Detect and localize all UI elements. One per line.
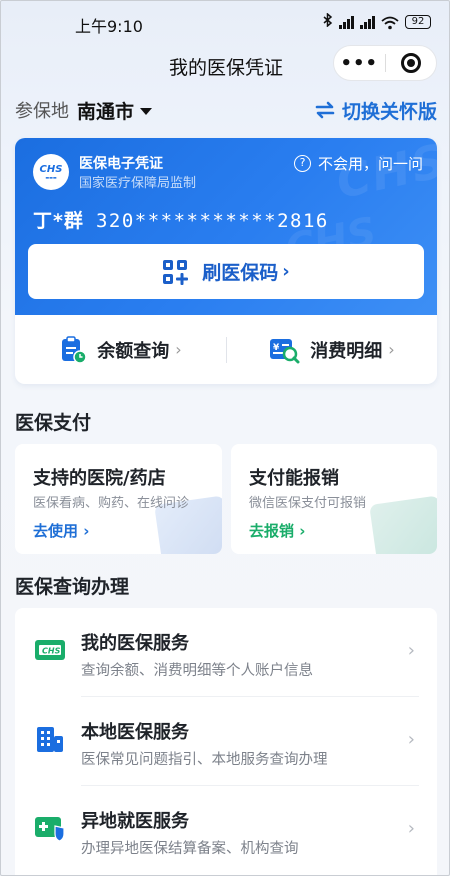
switch-arrows-icon <box>315 101 335 119</box>
services-section-title: 医保查询办理 <box>15 576 130 598</box>
battery-icon: 92 <box>405 15 431 29</box>
miniprogram-capsule: ••• <box>333 45 437 81</box>
list-item-my-services[interactable]: CHS 我的医保服务 查询余额、消费明细等个人账户信息 › <box>15 608 437 697</box>
scan-code-label: 刷医保码 <box>202 262 279 284</box>
card-header: CHS CHS CHS ▬▬▬ 医保电子凭证 国家医疗保障局监制 ? 不会用，问一… <box>15 138 437 315</box>
remote-services-desc: 办理异地医保结算备案、机构查询 <box>81 841 299 857</box>
svg-text:CHS: CHS <box>42 647 61 656</box>
consumption-detail-icon: ¥ <box>270 338 300 363</box>
help-link[interactable]: ? 不会用，问一问 <box>293 153 423 174</box>
my-services-desc: 查询余额、消费明细等个人账户信息 <box>81 663 313 679</box>
wifi-icon <box>381 15 399 30</box>
card-issuer-sub: 国家医疗保障局监制 <box>79 176 197 191</box>
consumption-detail-label: 消费明细 <box>310 340 383 362</box>
user-id: 320***********2816 <box>95 210 329 232</box>
help-label: 不会用，问一问 <box>317 155 423 173</box>
chs-card-icon: CHS <box>35 640 65 660</box>
balance-query-button[interactable]: 余额查询 › <box>15 335 226 364</box>
medical-shield-icon <box>35 817 65 842</box>
go-use-link[interactable]: 去使用 › <box>33 520 89 541</box>
close-button[interactable] <box>385 53 436 73</box>
payment-section-title: 医保支付 <box>15 412 92 434</box>
supported-hospitals-title: 支持的医院/药店 <box>33 468 166 489</box>
scan-insurance-code-button[interactable]: 刷医保码 › <box>28 244 424 299</box>
list-item-remote-services[interactable]: 异地就医服务 办理异地医保结算备案、机构查询 › <box>15 786 437 875</box>
switch-care-mode-label: 切换关怀版 <box>341 100 437 123</box>
signal-icon <box>339 15 354 29</box>
chevron-right-icon: › <box>407 640 415 661</box>
status-bar: 上午9:10 92 <box>1 1 449 45</box>
user-info: 丁*群 320***********2816 <box>33 206 329 233</box>
balance-query-label: 余额查询 <box>97 340 170 362</box>
card-issuer: 医保电子凭证 <box>79 156 163 172</box>
caret-down-icon[interactable] <box>140 107 153 115</box>
app-frame: 上午9:10 92 我的医保凭证 ••• 参保地 南通市 切换关怀版 CHS C… <box>0 0 450 876</box>
go-reimburse-link[interactable]: 去报销 › <box>249 520 305 541</box>
payment-reimburse-card[interactable]: 支付能报销 微信医保支付可报销 去报销 › <box>231 444 437 554</box>
target-icon <box>400 53 421 73</box>
status-time: 上午9:10 <box>75 17 143 36</box>
receipt-decor-icon <box>369 495 437 554</box>
question-icon: ? <box>293 155 311 172</box>
city-selector[interactable]: 南通市 <box>77 97 134 124</box>
nav-bar: 我的医保凭证 ••• <box>1 45 449 85</box>
chevron-right-icon: › <box>407 729 415 750</box>
more-button[interactable]: ••• <box>334 53 385 74</box>
status-icons: 92 <box>323 12 431 31</box>
location-row: 参保地 南通市 切换关怀版 <box>15 95 437 125</box>
local-services-desc: 医保常见问题指引、本地服务查询办理 <box>81 752 328 768</box>
switch-care-mode-button[interactable]: 切换关怀版 <box>314 97 437 124</box>
building-icon <box>37 727 63 752</box>
qr-code-icon <box>163 259 189 285</box>
signal-icon-2 <box>360 15 375 29</box>
balance-clipboard-icon <box>62 335 88 364</box>
consumption-detail-button[interactable]: ¥ 消费明细 › <box>226 336 437 364</box>
chevron-right-icon: › <box>407 818 415 839</box>
supported-hospitals-card[interactable]: 支持的医院/药店 医保看病、购药、在线问诊 去使用 › <box>15 444 222 554</box>
list-item-local-services[interactable]: 本地医保服务 医保常见问题指引、本地服务查询办理 › <box>15 697 437 786</box>
payment-reimburse-desc: 微信医保支付可报销 <box>249 496 367 511</box>
services-list: CHS 我的医保服务 查询余额、消费明细等个人账户信息 › 本地医保服务 医保常… <box>15 608 437 875</box>
supported-hospitals-desc: 医保看病、购药、在线问诊 <box>33 496 190 511</box>
card-actions: 余额查询 › ¥ 消费明细 › <box>15 315 437 384</box>
chevron-right-icon: › <box>175 340 182 359</box>
my-services-title: 我的医保服务 <box>81 633 189 654</box>
local-services-title: 本地医保服务 <box>81 722 189 743</box>
bluetooth-icon <box>323 12 333 31</box>
insurance-card: CHS CHS CHS ▬▬▬ 医保电子凭证 国家医疗保障局监制 ? 不会用，问一… <box>15 138 437 384</box>
chs-logo: CHS ▬▬▬ <box>33 154 69 190</box>
payment-reimburse-title: 支付能报销 <box>249 468 339 489</box>
chevron-right-icon: › <box>282 261 290 282</box>
chevron-right-icon: › <box>388 340 395 359</box>
location-label: 参保地 <box>15 101 69 122</box>
svg-text:¥: ¥ <box>273 343 280 353</box>
user-name: 丁*群 <box>33 210 84 232</box>
remote-services-title: 异地就医服务 <box>81 811 189 832</box>
